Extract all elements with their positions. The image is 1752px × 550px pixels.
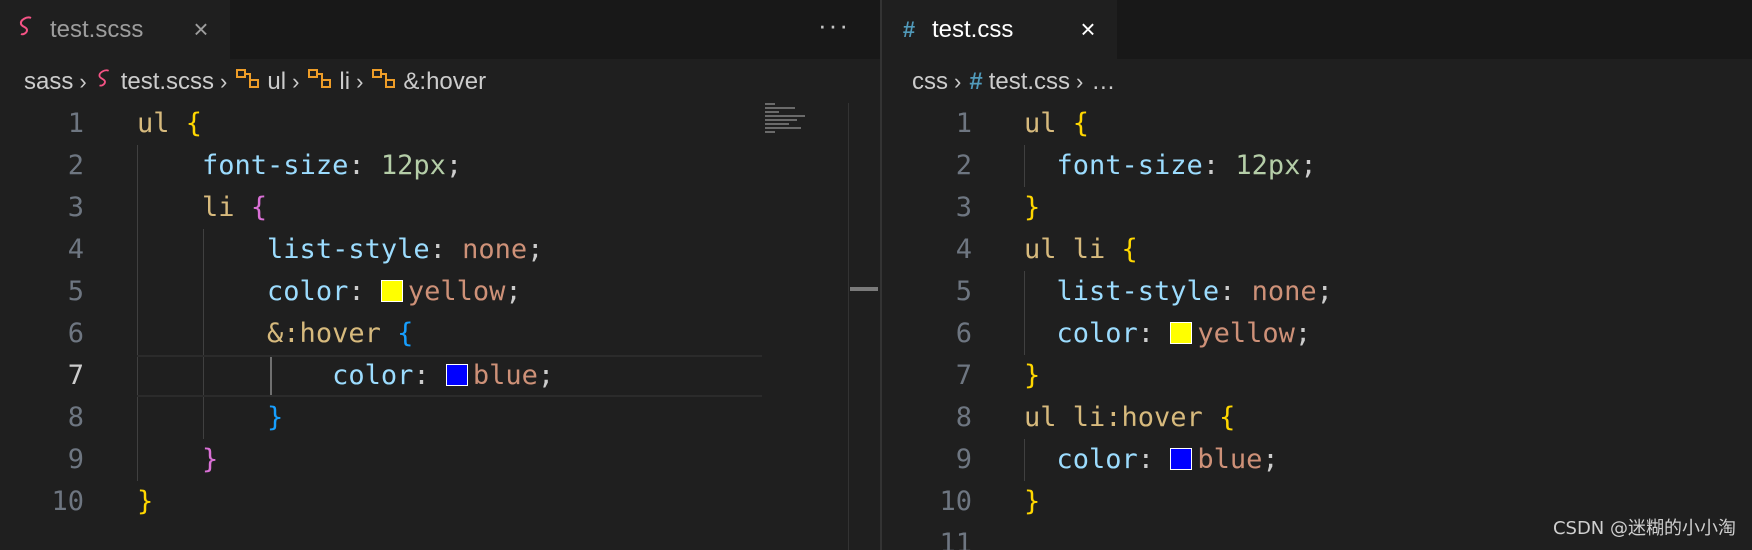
breadcrumb-item-css[interactable]: css	[912, 68, 948, 96]
color-swatch-yellow[interactable]	[1170, 322, 1193, 344]
color-swatch-blue[interactable]	[1170, 448, 1193, 470]
tab-label: test.scss	[50, 15, 144, 43]
symbol-structure-icon	[307, 68, 333, 97]
tab-label: test.css	[932, 15, 1014, 43]
close-icon[interactable]: ×	[188, 14, 214, 44]
more-actions-icon[interactable]: ···	[818, 10, 850, 41]
chevron-right-icon: ›	[1076, 69, 1084, 94]
scrollbar[interactable]	[848, 103, 880, 550]
tab-bar: test.scss × ···	[0, 0, 880, 59]
chevron-right-icon: ›	[356, 69, 364, 94]
breadcrumb-item-li[interactable]: li	[339, 68, 350, 96]
chevron-right-icon: ›	[220, 69, 228, 94]
css-hash-icon: #	[902, 16, 916, 42]
breadcrumb-item-ul[interactable]: ul	[267, 68, 286, 96]
breadcrumb: css › # test.css › …	[912, 64, 1115, 100]
tab-test-scss[interactable]: test.scss ×	[0, 0, 230, 59]
breadcrumb-item-file[interactable]: test.scss	[121, 68, 214, 96]
sass-icon	[12, 15, 42, 45]
minimap[interactable]	[765, 103, 825, 143]
tab-bar: # test.css ×	[882, 0, 1752, 59]
editor-pane-scss: test.scss × ··· sass › test.scss › ul › …	[0, 0, 880, 550]
color-swatch-blue[interactable]	[445, 364, 468, 386]
breadcrumb-item-sass[interactable]: sass	[24, 68, 73, 96]
tab-test-css[interactable]: # test.css ×	[882, 0, 1117, 59]
chevron-right-icon: ›	[292, 69, 300, 94]
symbol-structure-icon	[235, 68, 261, 97]
chevron-right-icon: ›	[954, 69, 962, 94]
breadcrumb-item-more[interactable]: …	[1091, 68, 1115, 96]
watermark: CSDN @迷糊的小小淘	[1552, 518, 1736, 539]
editor-pane-css: # test.css × css › # test.css › … 1 ul { …	[882, 0, 1752, 550]
scrollbar-cursor-marker	[850, 287, 878, 291]
close-icon[interactable]: ×	[1075, 14, 1101, 44]
breadcrumb-item-file[interactable]: test.css	[989, 68, 1070, 96]
symbol-structure-icon	[371, 68, 397, 97]
breadcrumb-item-hover[interactable]: &:hover	[403, 68, 486, 96]
breadcrumb: sass › test.scss › ul › li › &:hover	[24, 64, 486, 100]
chevron-right-icon: ›	[79, 69, 87, 94]
sass-icon	[95, 68, 115, 97]
css-hash-icon: #	[969, 68, 983, 95]
color-swatch-yellow[interactable]	[380, 280, 403, 302]
